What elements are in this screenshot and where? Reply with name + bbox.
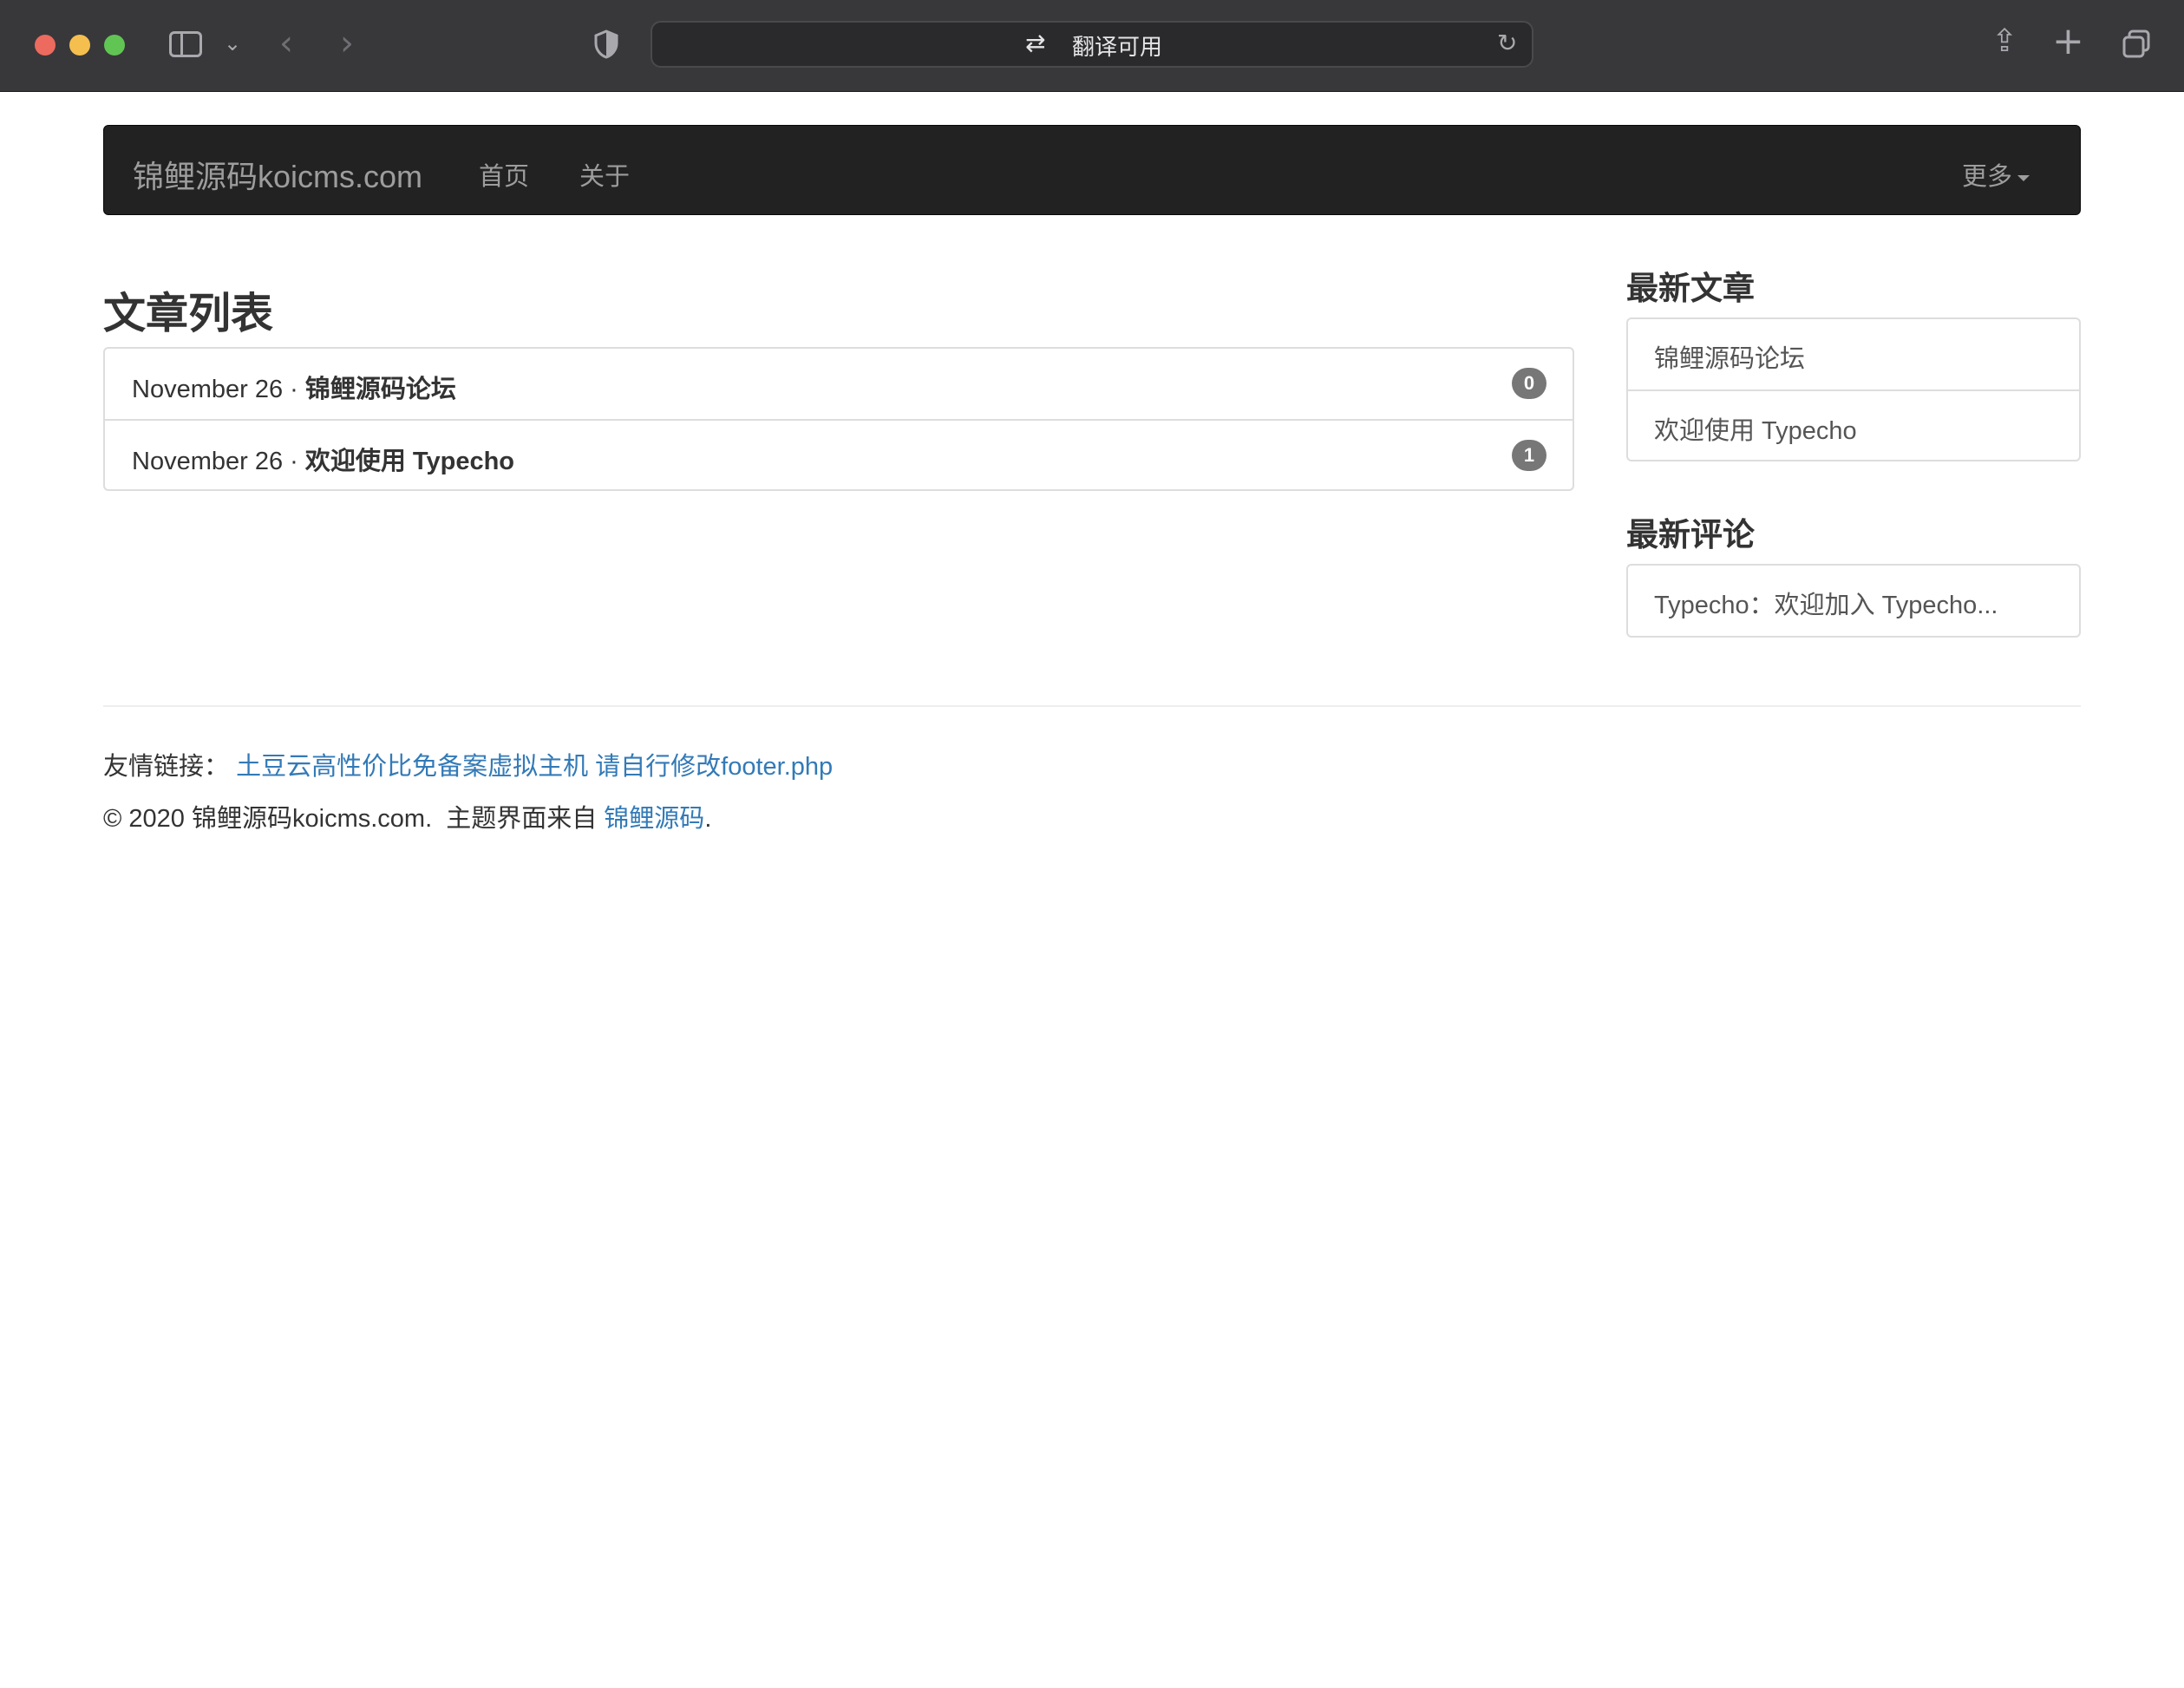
- browser-toolbar: ⌄ ‹ › ⇄ 翻译可用 ↻ ⇪ +: [0, 0, 2184, 92]
- post-title[interactable]: 欢迎使用 Typecho: [305, 448, 514, 475]
- comment-count-badge: 1: [1512, 440, 1546, 471]
- recent-comment-item[interactable]: Typecho：欢迎加入 Typecho...: [1628, 566, 2079, 636]
- post-date: November 26: [132, 376, 284, 403]
- tab-overview-icon[interactable]: [2122, 29, 2151, 59]
- post-item[interactable]: November 26 · 锦鲤源码论坛 0: [105, 349, 1573, 419]
- post-entry: November 26 · 锦鲤源码论坛: [132, 369, 456, 405]
- recent-comments-list: Typecho：欢迎加入 Typecho...: [1626, 564, 2081, 638]
- site-navbar: 锦鲤源码koicms.com 首页 关于 更多: [103, 125, 2081, 215]
- site-brand[interactable]: 锦鲤源码koicms.com: [133, 152, 422, 197]
- share-icon[interactable]: ⇪: [1991, 26, 2017, 57]
- copyright-text: © 2020 锦鲤源码koicms.com. 主题界面来自: [103, 805, 605, 833]
- nav-home-link[interactable]: 首页: [479, 156, 529, 193]
- recent-posts-heading: 最新文章: [1626, 271, 1755, 306]
- friend-links-label: 友情链接：: [103, 753, 230, 781]
- address-text[interactable]: 翻译可用: [1072, 29, 1162, 62]
- shield-icon[interactable]: [593, 29, 619, 59]
- post-title[interactable]: 锦鲤源码论坛: [305, 376, 456, 403]
- post-separator: ·: [283, 448, 305, 475]
- more-dropdown-label: 更多: [1962, 163, 2013, 191]
- back-arrow-icon[interactable]: ‹: [279, 26, 293, 61]
- minimize-window-button[interactable]: [69, 35, 90, 56]
- recent-post-item[interactable]: 锦鲤源码论坛: [1628, 319, 2079, 389]
- footer-copyright: © 2020 锦鲤源码koicms.com. 主题界面来自 锦鲤源码.: [103, 798, 711, 834]
- recent-posts-list: 锦鲤源码论坛 欢迎使用 Typecho: [1626, 317, 2081, 461]
- reload-icon[interactable]: ↻: [1497, 31, 1517, 56]
- zoom-window-button[interactable]: [104, 35, 125, 56]
- post-list: November 26 · 锦鲤源码论坛 0 November 26 · 欢迎使…: [103, 347, 1574, 491]
- friend-link[interactable]: 土豆云高性价比免备案虚拟主机: [236, 753, 588, 781]
- recent-post-link[interactable]: 锦鲤源码论坛: [1654, 338, 1805, 375]
- plus-icon[interactable]: +: [2052, 23, 2084, 61]
- caret-down-icon: [2017, 174, 2030, 181]
- footer-links: 友情链接： 土豆云高性价比免备案虚拟主机 请自行修改footer.php: [103, 746, 833, 782]
- post-item[interactable]: November 26 · 欢迎使用 Typecho 1: [105, 419, 1573, 489]
- page-title: 文章列表: [103, 291, 274, 337]
- post-separator: ·: [283, 376, 305, 403]
- more-dropdown[interactable]: 更多: [1962, 156, 2030, 193]
- recent-post-item[interactable]: 欢迎使用 Typecho: [1628, 389, 2079, 460]
- translate-icon[interactable]: ⇄: [1025, 31, 1045, 56]
- post-entry: November 26 · 欢迎使用 Typecho: [132, 441, 514, 477]
- copyright-end: .: [704, 805, 712, 833]
- recent-post-link[interactable]: 欢迎使用 Typecho: [1654, 410, 1857, 447]
- sidebar-icon[interactable]: [169, 31, 202, 57]
- recent-comment-link[interactable]: Typecho：欢迎加入 Typecho...: [1654, 585, 1998, 621]
- friend-link[interactable]: 请自行修改footer.php: [595, 753, 833, 781]
- forward-arrow-icon[interactable]: ›: [340, 26, 354, 61]
- close-window-button[interactable]: [35, 35, 56, 56]
- footer-divider: [103, 705, 2081, 707]
- theme-link[interactable]: 锦鲤源码: [604, 805, 704, 833]
- post-date: November 26: [132, 448, 284, 475]
- comment-count-badge: 0: [1512, 368, 1546, 399]
- nav-about-link[interactable]: 关于: [579, 156, 630, 193]
- recent-comments-heading: 最新评论: [1626, 517, 1755, 553]
- chevron-down-icon[interactable]: ⌄: [224, 33, 241, 54]
